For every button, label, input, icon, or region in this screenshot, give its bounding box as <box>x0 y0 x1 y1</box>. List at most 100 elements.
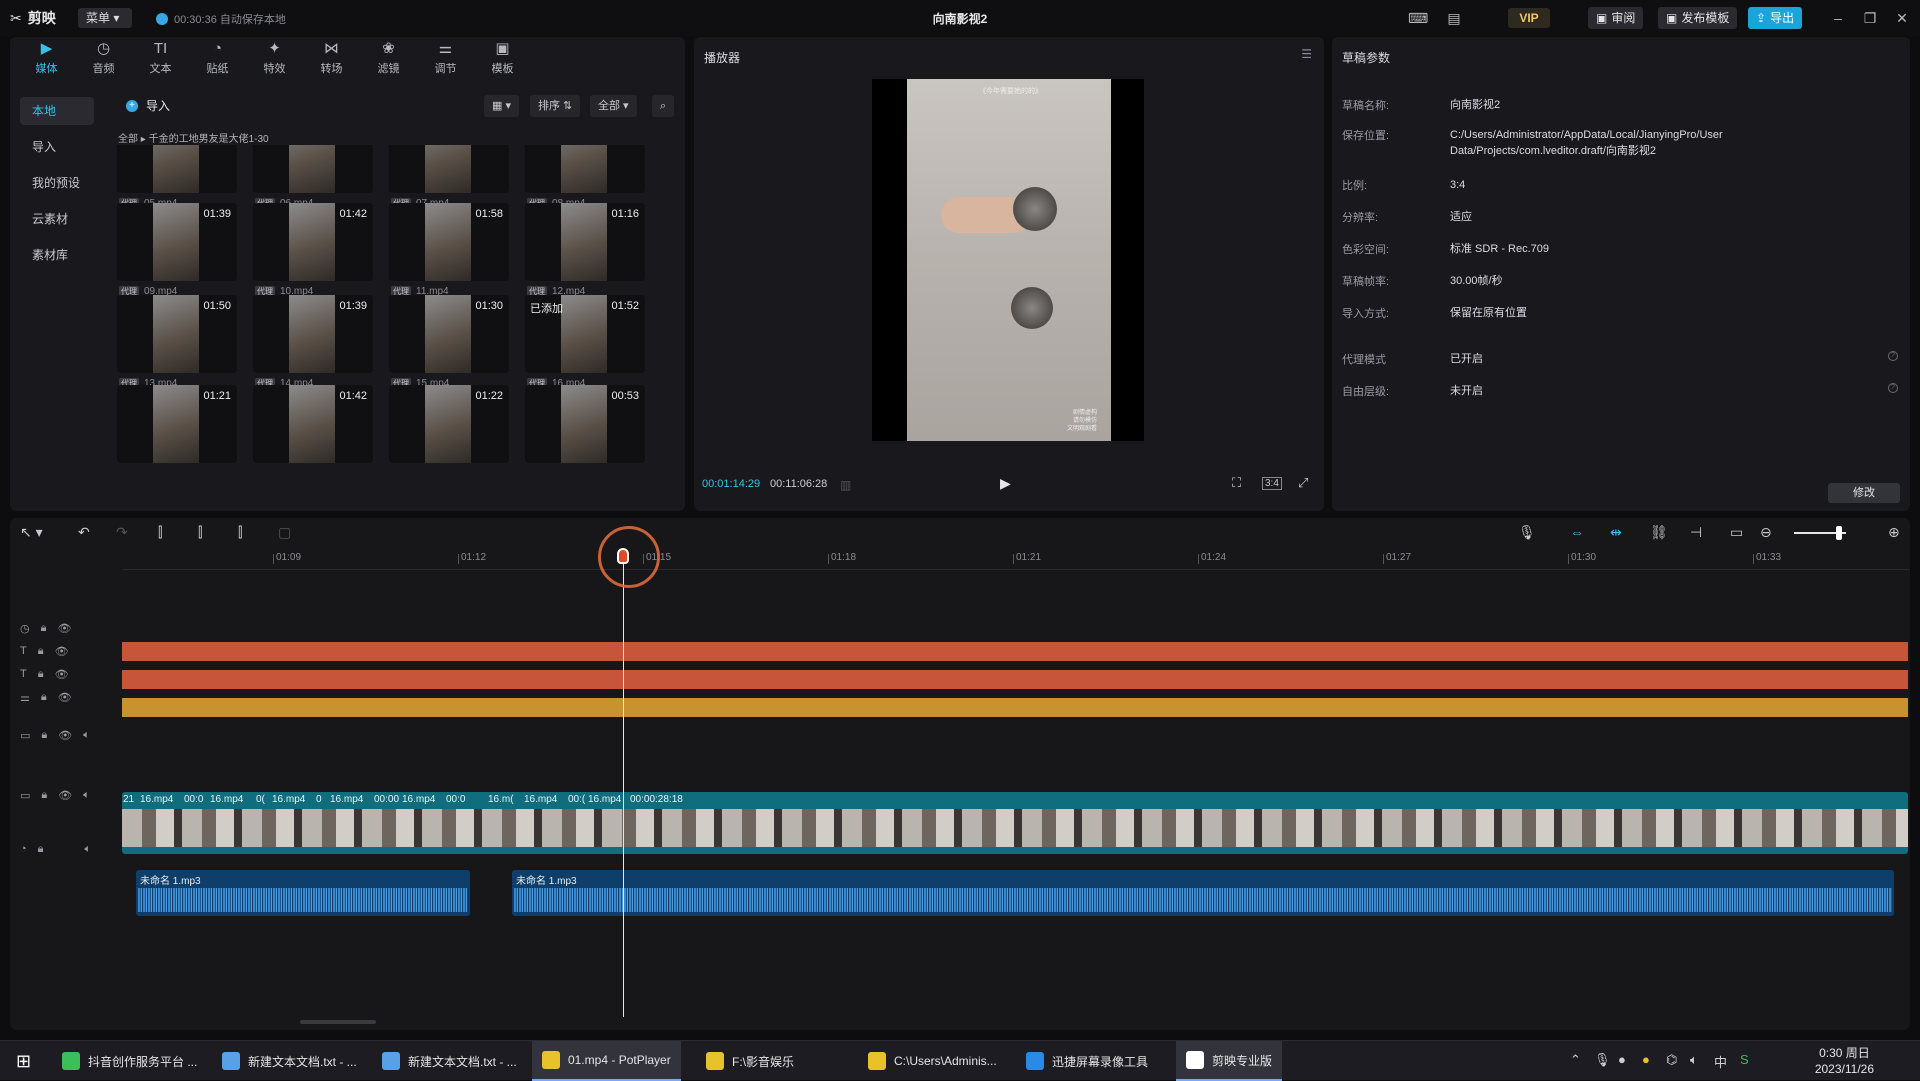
tab-transition[interactable]: ⋈ 转场 <box>303 37 360 79</box>
restore-icon[interactable]: ❐ <box>1860 8 1880 28</box>
menu-icon[interactable]: ☰ <box>1301 47 1312 61</box>
minimize-icon[interactable]: – <box>1828 8 1848 28</box>
ratio-button[interactable]: 3:4 <box>1262 477 1282 490</box>
menu-button[interactable]: 菜单 ▾ <box>78 8 132 28</box>
undo-icon[interactable]: ↶ <box>78 524 90 541</box>
app-tray-icon[interactable]: ● <box>1642 1052 1650 1067</box>
audio-clip[interactable]: 未命名 1.mp3 <box>512 870 1894 916</box>
tray-expand-icon[interactable]: ⌃ <box>1570 1052 1581 1068</box>
media-thumbnail[interactable]: 00:53 <box>525 385 645 463</box>
vip-badge[interactable]: VIP <box>1508 8 1550 28</box>
taskbar-item[interactable]: F:\影音娱乐 <box>696 1041 804 1081</box>
taskbar-item[interactable]: 迅捷屏幕录像工具 <box>1016 1041 1158 1081</box>
sidebar-item-1[interactable]: 导入 <box>20 133 94 161</box>
media-thumbnail[interactable]: 01:42 <box>253 385 373 463</box>
close-icon[interactable]: ✕ <box>1892 8 1912 28</box>
sidebar-item-4[interactable]: 素材库 <box>20 241 94 269</box>
zoom-slider-handle[interactable] <box>1836 526 1842 540</box>
select-cursor-icon[interactable]: ↖ ▾ <box>20 524 43 541</box>
media-thumbnail[interactable] <box>389 145 509 193</box>
tab-effects[interactable]: ✦ 特效 <box>246 37 303 79</box>
zoom-out-icon[interactable]: ⊖ <box>1760 524 1772 541</box>
tab-text[interactable]: TI 文本 <box>132 37 189 79</box>
audio-clip[interactable]: 未命名 1.mp3 <box>136 870 470 916</box>
expand-icon[interactable]: ⤢ <box>1298 475 1308 491</box>
media-thumbnail[interactable]: 01:30 <box>389 295 509 373</box>
media-thumbnail[interactable] <box>525 145 645 193</box>
tab-audio[interactable]: ◷ 音频 <box>75 37 132 79</box>
taskbar-item[interactable]: 剪映专业版 <box>1176 1041 1283 1081</box>
audio-track[interactable]: 未命名 1.mp3 未命名 1.mp3 <box>122 870 1908 916</box>
tab-adjust[interactable]: ⚌ 调节 <box>417 37 474 79</box>
sogou-icon[interactable]: S <box>1740 1052 1749 1067</box>
caption-icon[interactable]: ▭ <box>1730 524 1743 541</box>
split-icon[interactable]: ⫿ <box>158 524 162 541</box>
sidebar-item-3[interactable]: 云素材 <box>20 205 94 233</box>
split-right-icon[interactable]: ⫿ <box>238 524 242 541</box>
publish-template-button[interactable]: ▣ 发布模板 <box>1658 7 1738 29</box>
delete-icon[interactable]: ▢ <box>278 524 291 541</box>
edit-button[interactable]: 修改 <box>1828 483 1900 503</box>
timeline-scrollbar[interactable] <box>300 1020 376 1024</box>
sort-button[interactable]: 排序 ⇅ <box>530 95 581 117</box>
waveform-icon[interactable]: ▥ <box>840 478 851 492</box>
zoom-in-icon[interactable]: ⊕ <box>1888 524 1900 541</box>
filter-button[interactable]: 全部 ▾ <box>590 95 637 117</box>
taskbar-item[interactable]: 01.mp4 - PotPlayer <box>532 1041 681 1081</box>
media-thumbnail[interactable]: 01:58 <box>389 203 509 281</box>
auto-snap-icon[interactable]: ⇹ <box>1610 524 1622 541</box>
tab-template[interactable]: ▣ 模板 <box>474 37 531 79</box>
timeline-ruler[interactable]: 01:09 01:12 01:15 01:18 01:21 01:24 01:27 01:30… <box>122 548 1910 570</box>
search-icon[interactable]: ⌕ <box>652 95 675 117</box>
fullscreen-fit-icon[interactable]: ⛶ <box>1232 475 1241 491</box>
taskbar-item[interactable]: 新建文本文档.txt - ... <box>212 1041 367 1081</box>
export-button[interactable]: ⇪ 导出 <box>1748 7 1803 29</box>
mic-icon[interactable]: 🎙 <box>1594 1052 1611 1068</box>
play-button[interactable]: ▶ <box>1000 475 1011 492</box>
taskbar-item[interactable]: C:\Users\Adminis... <box>858 1041 1007 1081</box>
ime-indicator[interactable]: 中 <box>1714 1052 1727 1071</box>
media-thumbnail[interactable]: 01:21 <box>117 385 237 463</box>
main-track-magnet-icon[interactable]: ⇔ <box>1570 524 1584 540</box>
import-button[interactable]: + 导入 <box>126 97 170 114</box>
system-clock[interactable]: 0:30 周日 2023/11/26 <box>1815 1045 1874 1077</box>
video-preview[interactable]: 《今年需要她的的》 剧情虚构 请勿模仿 文明观剧看 <box>872 79 1144 441</box>
media-thumbnail[interactable]: 01:39 <box>117 203 237 281</box>
taskbar-item[interactable]: 新建文本文档.txt - ... <box>372 1041 527 1081</box>
text-clip[interactable] <box>122 670 1908 689</box>
playhead-handle[interactable] <box>617 548 629 564</box>
media-thumbnail[interactable]: 01:16 <box>525 203 645 281</box>
view-toggle-button[interactable]: ▦ ▾ <box>484 95 519 117</box>
media-thumbnail[interactable] <box>253 145 373 193</box>
network-icon[interactable]: ⌬ <box>1666 1052 1677 1068</box>
microphone-icon[interactable]: 🎙 <box>1518 524 1536 541</box>
media-thumbnail[interactable]: 01:42 <box>253 203 373 281</box>
info-icon[interactable]: ? <box>1888 383 1898 393</box>
video-clips[interactable]: 21 16.mp4 00:0 16.mp4 0(16.mp4 0 16.mp4 00:00 16… <box>122 792 1908 854</box>
review-button[interactable]: ▣ 审阅 <box>1588 7 1644 29</box>
text-clip[interactable] <box>122 642 1908 661</box>
split-left-icon[interactable]: ⫿ <box>198 524 202 541</box>
volume-icon[interactable]: 🔈︎ <box>1690 1052 1698 1068</box>
tab-media[interactable]: ▶ 媒体 <box>18 37 75 79</box>
keyboard-icon[interactable]: ⌨ <box>1408 8 1428 28</box>
layout-icon[interactable]: ▤ <box>1444 8 1464 28</box>
sidebar-item-2[interactable]: 我的预设 <box>20 169 94 197</box>
media-thumbnail[interactable]: 01:22 <box>389 385 509 463</box>
media-thumbnail[interactable] <box>117 145 237 193</box>
redo-icon[interactable]: ↷ <box>116 524 128 541</box>
sidebar-item-0[interactable]: 本地 <box>20 97 94 125</box>
media-thumbnail[interactable]: 01:39 <box>253 295 373 373</box>
wechat-icon[interactable]: ● <box>1618 1052 1626 1067</box>
windows-start-icon[interactable]: ⊞ <box>6 1041 41 1081</box>
link-icon[interactable]: ⛓ <box>1650 524 1668 541</box>
taskbar-item[interactable]: 抖音创作服务平台 ... <box>52 1041 207 1081</box>
tab-sticker[interactable]: ◔ 贴纸 <box>189 37 246 79</box>
adjust-clip[interactable] <box>122 698 1908 717</box>
preview-axis-icon[interactable]: ⊣ <box>1690 524 1702 541</box>
info-icon[interactable]: ? <box>1888 351 1898 361</box>
media-thumbnail[interactable]: 01:52 已添加 <box>525 295 645 373</box>
tab-filter[interactable]: ❀ 滤镜 <box>360 37 417 79</box>
media-thumbnail[interactable]: 01:50 <box>117 295 237 373</box>
playhead-line[interactable] <box>623 555 624 1017</box>
